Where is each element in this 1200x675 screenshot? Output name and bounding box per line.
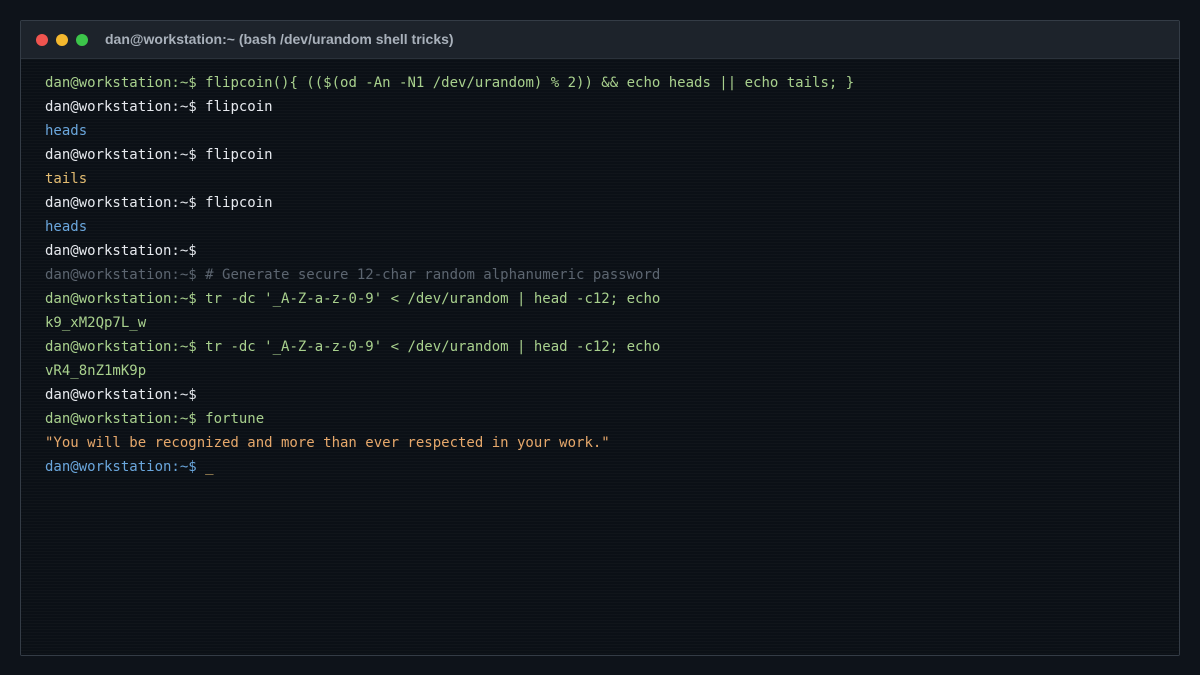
terminal-line-output: heads xyxy=(45,119,1155,143)
terminal-line-active-prompt[interactable]: dan@workstation:~$ _ xyxy=(45,455,1155,479)
terminal-window: dan@workstation:~ (bash /dev/urandom she… xyxy=(20,20,1180,656)
terminal-line-output: k9_xM2Qp7L_w xyxy=(45,311,1155,335)
terminal-line-output: tails xyxy=(45,167,1155,191)
terminal-lines: dan@workstation:~$ flipcoin(){ (($(od -A… xyxy=(45,71,1155,479)
terminal-line-empty-prompt: dan@workstation:~$ xyxy=(45,239,1155,263)
terminal-line-empty-prompt: dan@workstation:~$ xyxy=(45,383,1155,407)
command-comment: # Generate secure 12-char random alphanu… xyxy=(205,267,661,283)
command-text: flipcoin xyxy=(205,147,273,163)
shell-prompt: dan@workstation:~$ xyxy=(45,411,206,427)
command-output: heads xyxy=(45,219,88,235)
shell-prompt: dan@workstation:~$ xyxy=(45,291,206,307)
terminal-line-comment: dan@workstation:~$ # Generate secure 12-… xyxy=(45,263,1155,287)
shell-prompt: dan@workstation:~$ xyxy=(45,75,206,91)
maximize-window-icon[interactable] xyxy=(76,34,88,46)
command-text: flipcoin(){ (($(od -An -N1 /dev/urandom)… xyxy=(205,75,855,91)
password-output: vR4_8nZ1mK9p xyxy=(45,363,147,379)
terminal-line-command: dan@workstation:~$ flipcoin xyxy=(45,191,1155,215)
command-output: tails xyxy=(45,171,88,187)
terminal-line-output: "You will be recognized and more than ev… xyxy=(45,431,1155,455)
terminal-line-password-command: dan@workstation:~$ tr -dc '_A-Z-a-z-0-9'… xyxy=(45,335,1155,359)
shell-prompt: dan@workstation:~$ xyxy=(45,147,206,163)
command-text: fortune xyxy=(205,411,265,427)
close-window-icon[interactable] xyxy=(36,34,48,46)
window-title: dan@workstation:~ (bash /dev/urandom she… xyxy=(105,31,454,47)
title-bar: dan@workstation:~ (bash /dev/urandom she… xyxy=(21,21,1179,59)
command-output: heads xyxy=(45,123,88,139)
terminal-line-command: dan@workstation:~$ flipcoin xyxy=(45,95,1155,119)
terminal-line-output: heads xyxy=(45,215,1155,239)
terminal-output-area[interactable]: dan@workstation:~$ flipcoin(){ (($(od -A… xyxy=(21,59,1179,655)
shell-prompt: dan@workstation:~$ xyxy=(45,459,206,475)
shell-prompt: dan@workstation:~$ xyxy=(45,339,206,355)
terminal-line-define-flipcoin: dan@workstation:~$ flipcoin(){ (($(od -A… xyxy=(45,71,1155,95)
command-text: flipcoin xyxy=(205,195,273,211)
terminal-line-fortune-command: dan@workstation:~$ fortune xyxy=(45,407,1155,431)
password-output: k9_xM2Qp7L_w xyxy=(45,315,147,331)
text-cursor: _ xyxy=(205,459,214,475)
command-text: flipcoin xyxy=(205,99,273,115)
terminal-line-output: vR4_8nZ1mK9p xyxy=(45,359,1155,383)
minimize-window-icon[interactable] xyxy=(56,34,68,46)
command-text: tr -dc '_A-Z-a-z-0-9' < /dev/urandom | h… xyxy=(205,291,661,307)
fortune-output: "You will be recognized and more than ev… xyxy=(45,435,610,451)
shell-prompt: dan@workstation:~$ xyxy=(45,99,206,115)
shell-prompt: dan@workstation:~$ xyxy=(45,195,206,211)
shell-prompt: dan@workstation:~$ xyxy=(45,267,206,283)
terminal-line-command: dan@workstation:~$ flipcoin xyxy=(45,143,1155,167)
terminal-line-password-command: dan@workstation:~$ tr -dc '_A-Z-a-z-0-9'… xyxy=(45,287,1155,311)
command-text: tr -dc '_A-Z-a-z-0-9' < /dev/urandom | h… xyxy=(205,339,661,355)
shell-prompt: dan@workstation:~$ xyxy=(45,387,197,403)
shell-prompt: dan@workstation:~$ xyxy=(45,243,197,259)
